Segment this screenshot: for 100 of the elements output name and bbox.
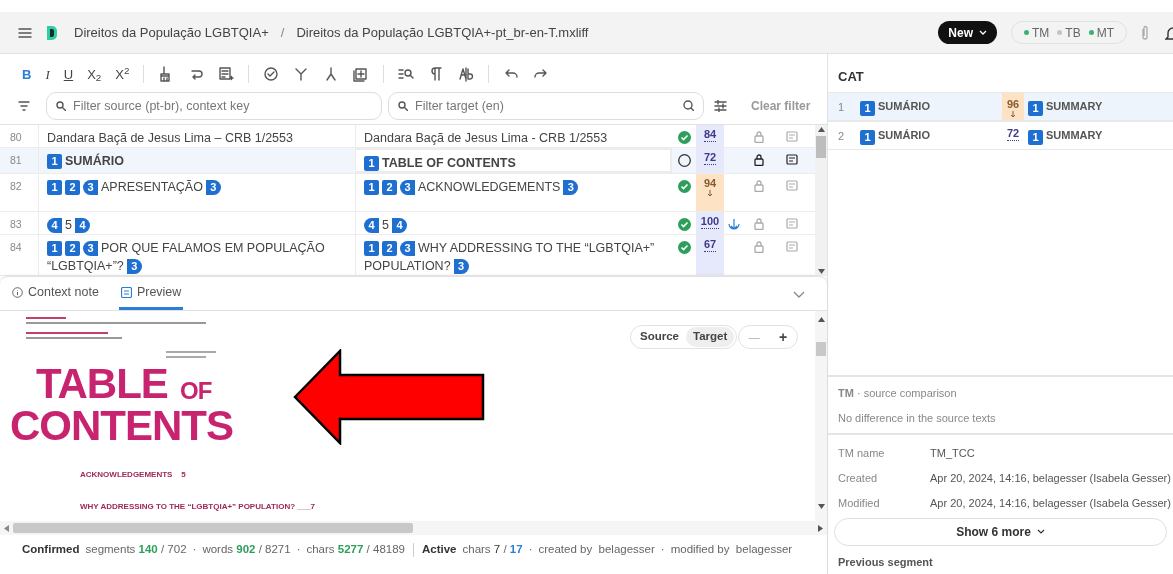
- scrollbar-thumb[interactable]: [816, 135, 826, 158]
- segment-row[interactable]: 82 1 2 3 APRESENTAÇÃO 3 1 2 3 ACKNOWLEDGEMENTS 3 94: [0, 174, 815, 212]
- tag-marker: 3: [126, 258, 142, 274]
- tag-marker: 3: [563, 179, 579, 195]
- panel-title: CAT: [837, 67, 865, 86]
- tag-marker: 1: [364, 155, 379, 171]
- match-score[interactable]: 72: [1002, 122, 1024, 149]
- search-icon: [56, 101, 66, 111]
- filter-icon[interactable]: [18, 101, 30, 111]
- scrollbar[interactable]: [815, 311, 827, 521]
- resource-label[interactable]: TB: [1065, 23, 1081, 42]
- row-number: 80: [9, 130, 23, 145]
- tag-marker: 1: [1028, 129, 1043, 145]
- horizontal-scrollbar[interactable]: [0, 521, 827, 535]
- segment-row[interactable]: 83 4 5 4 4 5 4 100: [0, 212, 815, 235]
- check-circle-icon[interactable]: [677, 180, 691, 193]
- format-button[interactable]: I: [45, 67, 50, 81]
- tag-marker: 2: [382, 240, 397, 256]
- comment-icon[interactable]: [786, 154, 798, 166]
- find-list-icon[interactable]: [398, 66, 415, 82]
- tag-marker: 2: [65, 179, 80, 195]
- target-cell[interactable]: 1 TABLE OF CONTENTS: [355, 148, 672, 173]
- resource-label[interactable]: MT: [1096, 23, 1114, 42]
- add-copy-icon[interactable]: [353, 66, 370, 82]
- separator-dot: ·: [192, 542, 197, 558]
- match-row[interactable]: 1 1 SUMÁRIO 96 1 SUMMARY: [828, 92, 1173, 121]
- match-row[interactable]: 2 1 SUMÁRIO 72 1 SUMMARY: [828, 121, 1173, 150]
- row-number: 83: [9, 217, 23, 232]
- circle-icon[interactable]: [677, 154, 691, 167]
- scroll-up-icon[interactable]: [817, 127, 825, 132]
- comparison-message: No difference in the source texts: [838, 411, 997, 426]
- tag-marker: 1: [47, 179, 62, 195]
- scroll-up-icon[interactable]: [817, 317, 825, 322]
- segment-text: SUMMARY: [1046, 100, 1103, 112]
- scroll-right-icon[interactable]: [818, 524, 823, 532]
- segment-text: 5: [382, 217, 389, 234]
- format-button[interactable]: X$^{2}$: [115, 67, 130, 81]
- resource-label[interactable]: TM: [1032, 23, 1050, 42]
- detail-label: Modified: [838, 495, 881, 511]
- search-field[interactable]: Filter source (pt-br), context key: [46, 92, 382, 120]
- project-name[interactable]: Direitos da População LGBTQIA+: [74, 22, 269, 43]
- caret-icon: [979, 30, 987, 35]
- tag-marker: 3: [83, 240, 98, 256]
- toggle-option[interactable]: Target: [686, 327, 735, 347]
- menu-icon[interactable]: [18, 26, 32, 39]
- tag-marker: 1: [47, 153, 62, 169]
- search-icon[interactable]: [683, 100, 694, 111]
- search-field[interactable]: Filter target (en): [388, 92, 704, 120]
- match-score[interactable]: 100: [696, 212, 724, 234]
- match-score[interactable]: 94: [696, 174, 724, 211]
- match-score[interactable]: 84: [696, 125, 724, 147]
- check-circle-icon[interactable]: [677, 218, 691, 231]
- sliders-icon[interactable]: [714, 100, 727, 112]
- check-circle-icon[interactable]: [677, 241, 691, 254]
- segment-text: Dandara Baçã de Jesus Lima - CRB 1/2553: [364, 130, 608, 147]
- segment-text: “LGBTQIA+”?: [47, 258, 124, 275]
- document-title: OF: [180, 379, 212, 403]
- tab[interactable]: Preview: [118, 278, 184, 310]
- segment-text: SUMÁRIO: [65, 152, 125, 170]
- segment-row[interactable]: 81 1 SUMÁRIO 1 TABLE OF CONTENTS 72: [0, 148, 815, 174]
- format-button[interactable]: U: [63, 67, 74, 81]
- zoom-in-button[interactable]: +: [779, 326, 788, 348]
- tag-marker: 3: [83, 179, 98, 195]
- tag-marker: 4: [74, 217, 90, 233]
- lock-icon[interactable]: [754, 154, 764, 166]
- detail-value: Apr 20, 2024, 14:16, belagesser (Isabela Gesser): [930, 495, 1171, 511]
- match-score[interactable]: 96: [1002, 93, 1024, 120]
- tab[interactable]: Context note: [10, 278, 101, 310]
- breadcrumb-separator: /: [280, 23, 285, 42]
- segment-text: SUMMARY: [1046, 129, 1103, 141]
- scroll-down-icon[interactable]: [817, 269, 825, 274]
- pilcrow-icon[interactable]: [428, 66, 445, 82]
- comparison-title: TM · source comparison: [838, 385, 958, 401]
- segment-text: SUMÁRIO: [878, 100, 930, 112]
- new-button[interactable]: New: [938, 21, 997, 44]
- status-stat: words 902 / 8271: [202, 542, 291, 558]
- scrollbar[interactable]: [815, 125, 827, 276]
- format-button[interactable]: X$_{2}$: [87, 67, 102, 81]
- bell-icon[interactable]: [1165, 24, 1173, 41]
- tag-marker: 1: [364, 240, 379, 256]
- scroll-down-icon[interactable]: [817, 504, 825, 509]
- logo-icon: [46, 24, 58, 41]
- paperclip-icon[interactable]: [1141, 24, 1149, 41]
- toggle-option[interactable]: Source: [633, 327, 686, 347]
- down-arrow-icon: [1010, 111, 1016, 118]
- scrollbar-thumb[interactable]: [816, 342, 826, 356]
- status-text: created by belagesser: [538, 542, 655, 558]
- segment-row[interactable]: 84 1 2 3 POR QUE FALAMOS EM POPULAÇÃO “LGBTQIA+”? 3 1 2 3 WHY ADDRESSING TO THE “LGBTQIA+” POPULATION? 3 67: [0, 235, 815, 276]
- chevron-down-icon[interactable]: [793, 291, 805, 298]
- check-circle-icon[interactable]: [677, 131, 691, 144]
- match-score[interactable]: 72: [696, 148, 724, 173]
- check-circle-icon[interactable]: [263, 66, 280, 82]
- scroll-left-icon[interactable]: [4, 524, 9, 532]
- segment-text: POR QUE FALAMOS EM POPULAÇÃO: [101, 240, 325, 257]
- spellcheck-icon[interactable]: [458, 66, 475, 82]
- separator-dot: ·: [296, 542, 301, 558]
- format-button[interactable]: B: [22, 67, 32, 81]
- match-score[interactable]: 67: [696, 235, 724, 275]
- document-icon[interactable]: [218, 66, 235, 82]
- document-title: TABLE: [36, 363, 168, 405]
